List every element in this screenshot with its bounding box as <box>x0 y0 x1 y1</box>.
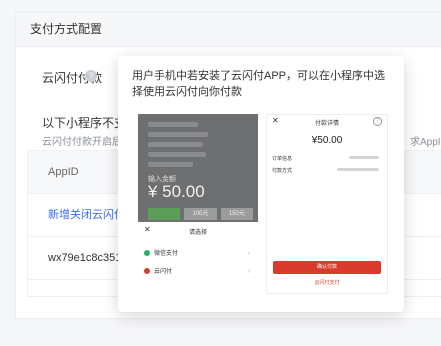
confirm-pay-button: 确认付款 <box>273 261 381 274</box>
help-icon: ? <box>373 117 382 126</box>
chevron-right-icon: › <box>248 251 250 257</box>
cloudpay-brand: 云闪付支付 <box>314 280 340 286</box>
help-icon[interactable]: ? <box>85 70 97 82</box>
chevron-right-icon: › <box>248 269 250 275</box>
appid-cell: wx79e1c8c3513 <box>48 252 128 264</box>
detail-amount: ¥50.00 <box>311 135 343 146</box>
amount-value: ¥ 50.00 <box>148 182 205 201</box>
order-info-value <box>349 156 379 159</box>
order-info-label: 订单信息 <box>272 156 293 162</box>
option-wechat-pay: 微信支付 › <box>144 248 252 260</box>
card-title: 支付方式配置 <box>16 13 441 47</box>
wechat-pay-icon <box>144 250 150 257</box>
phone-screenshot-select: 输入金额 ¥ 50.00 100元 150元 ✕ 请选择 微信支付 › 云闪付 … <box>138 114 258 292</box>
detail-title: 付款详情 <box>314 121 339 127</box>
payment-method-label: 付款方式 <box>272 168 293 174</box>
cloudpay-icon <box>144 268 150 275</box>
sheet-title: 请选择 <box>188 230 207 236</box>
popover-text: 用户手机中若安装了云闪付APP，可以在小程序中选择使用云闪付向你付款 <box>132 70 386 98</box>
quick-amount: 100元 <box>184 208 217 220</box>
quick-amount <box>148 208 181 220</box>
option-cloudpay: 云闪付 › <box>144 266 252 278</box>
unsupported-description: 云闪付付款开启后 <box>42 137 122 148</box>
quick-amount: 150元 <box>220 208 253 220</box>
quick-amount-row: 100元 150元 <box>148 208 253 220</box>
payment-method-value <box>337 168 379 171</box>
help-popover: 用户手机中若安装了云闪付APP，可以在小程序中选择使用云闪付向你付款 输入金额 … <box>118 56 404 312</box>
unsupported-description-tail: 求AppID <box>410 137 441 148</box>
payment-select-sheet: ✕ 请选择 微信支付 › 云闪付 › <box>138 222 258 292</box>
phone-screenshot-detail: ✕ 付款详情 ? ¥50.00 订单信息 付款方式 确认付款 云闪付支付 <box>266 114 388 294</box>
